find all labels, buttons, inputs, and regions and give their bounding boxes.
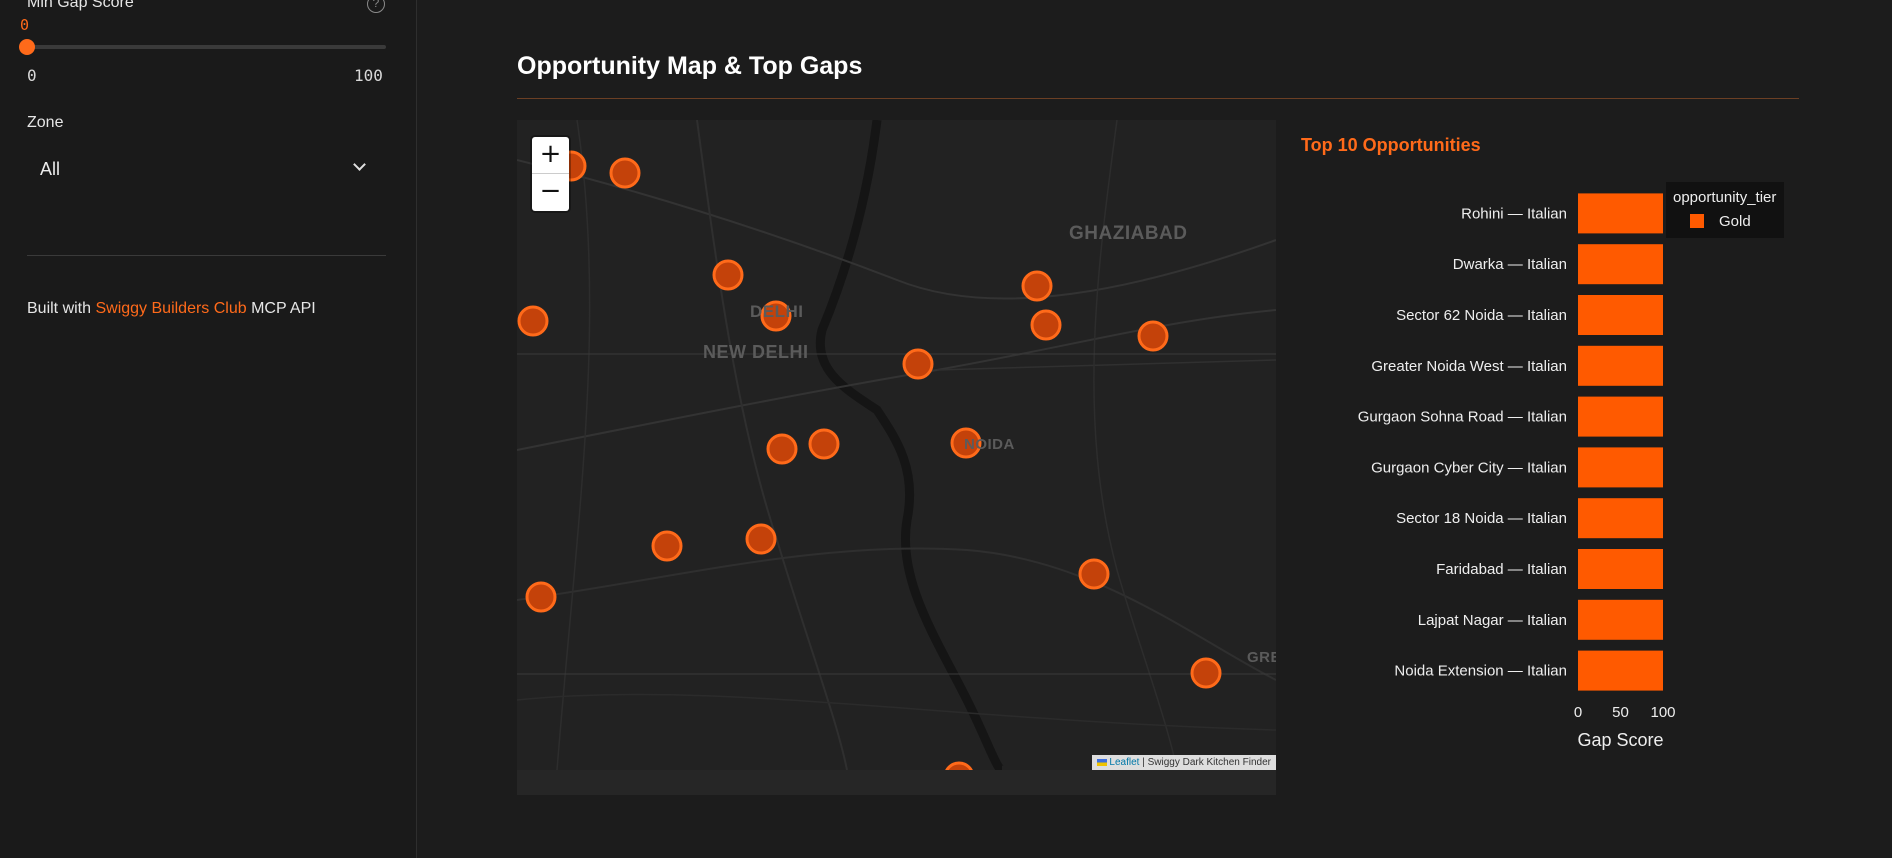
footer-suffix: MCP API xyxy=(246,300,316,317)
map-label-noida: NOIDA xyxy=(964,436,1015,453)
legend-swatch xyxy=(1690,214,1704,228)
map-label-delhi: DELHI xyxy=(750,302,804,321)
opportunity-marker[interactable] xyxy=(808,428,840,460)
category-label: Noida Extension — Italian xyxy=(1394,663,1567,680)
category-label: Dwarka — Italian xyxy=(1453,256,1567,273)
map-label-greater-noida: GRE xyxy=(1247,649,1276,666)
map-attribution: Leaflet | Swiggy Dark Kitchen Finder xyxy=(1092,755,1276,770)
opportunity-marker[interactable] xyxy=(609,157,641,189)
slider-max-label: 100 xyxy=(354,66,383,85)
map-footer-strip xyxy=(517,770,1276,795)
map-label-ghaziabad: GHAZIABAD xyxy=(1069,223,1188,244)
attribution-text: | Swiggy Dark Kitchen Finder xyxy=(1139,757,1271,768)
legend-title: opportunity_tier xyxy=(1673,189,1776,206)
opportunity-marker[interactable] xyxy=(945,761,973,770)
opportunity-marker[interactable] xyxy=(902,348,934,380)
opportunity-marker[interactable] xyxy=(712,259,744,291)
opportunity-marker[interactable] xyxy=(651,530,683,562)
x-axis-label: Gap Score xyxy=(1577,730,1663,750)
page-title: Opportunity Map & Top Gaps xyxy=(517,52,863,80)
bar-4 xyxy=(1578,345,1663,386)
min-gap-score-slider-thumb[interactable] xyxy=(19,39,35,55)
category-label: Faridabad — Italian xyxy=(1436,561,1567,578)
slider-min-label: 0 xyxy=(27,66,37,85)
footer-credit: Built with Swiggy Builders Club MCP API xyxy=(27,300,316,318)
title-divider xyxy=(517,98,1799,99)
bar-8 xyxy=(1578,549,1663,589)
bar-1 xyxy=(1578,193,1663,234)
bar-6 xyxy=(1578,447,1663,488)
bar-3 xyxy=(1578,295,1663,335)
ukraine-flag-icon xyxy=(1097,758,1108,766)
opportunity-marker[interactable] xyxy=(766,433,798,465)
leaflet-link[interactable]: Leaflet xyxy=(1109,757,1139,768)
sidebar-divider xyxy=(27,255,386,256)
opportunity-marker[interactable] xyxy=(525,581,557,613)
category-label: Greater Noida West — Italian xyxy=(1371,358,1567,375)
min-gap-score-label: Min Gap Score xyxy=(27,0,134,11)
opportunity-map[interactable]: GHAZIABAD DELHI NEW DELHI NOIDA GRE + − … xyxy=(517,120,1276,770)
opportunity-marker[interactable] xyxy=(517,305,549,337)
chart-title: Top 10 Opportunities xyxy=(1301,135,1481,155)
swiggy-builders-club-link[interactable]: Swiggy Builders Club xyxy=(95,300,246,317)
x-tick-label: 0 xyxy=(1574,704,1582,721)
help-icon[interactable]: ? xyxy=(367,0,385,13)
bar-10 xyxy=(1578,650,1663,691)
zone-label: Zone xyxy=(27,114,64,131)
opportunity-marker[interactable] xyxy=(745,523,777,555)
opportunity-marker[interactable] xyxy=(1078,558,1110,590)
opportunity-marker[interactable] xyxy=(1021,270,1053,302)
category-label: Sector 62 Noida — Italian xyxy=(1396,307,1567,324)
footer-prefix: Built with xyxy=(27,300,96,317)
x-tick-label: 50 xyxy=(1612,704,1629,721)
zone-select-value: All xyxy=(40,159,61,179)
opportunity-marker[interactable] xyxy=(1190,657,1222,689)
map-road xyxy=(556,120,591,770)
opportunity-marker[interactable] xyxy=(1030,309,1062,341)
top-opportunities-chart: Top 10 Opportunities Rohini — Italian Dwar… xyxy=(1290,120,1810,770)
chevron-down-icon xyxy=(353,158,366,171)
zoom-in-button[interactable]: + xyxy=(532,137,569,174)
bar-2 xyxy=(1578,244,1663,285)
category-label: Lajpat Nagar — Italian xyxy=(1418,612,1567,629)
bar-5 xyxy=(1578,396,1663,437)
category-label: Sector 18 Noida — Italian xyxy=(1396,510,1567,527)
map-road xyxy=(517,547,1276,681)
map-tiles xyxy=(517,120,1276,770)
category-label: Rohini — Italian xyxy=(1461,205,1567,222)
slider-current-value: 0 xyxy=(20,16,30,34)
opportunity-marker[interactable] xyxy=(1137,320,1169,352)
legend-entry: Gold xyxy=(1719,213,1751,230)
zoom-out-button[interactable]: − xyxy=(532,174,569,211)
sidebar: Min Gap Score ? 0 0 100 Zone All Built w… xyxy=(0,0,417,858)
zoom-control: + − xyxy=(532,137,569,211)
bar-9 xyxy=(1578,599,1663,640)
map-road xyxy=(1093,120,1178,770)
category-label: Gurgaon Sohna Road — Italian xyxy=(1358,409,1567,426)
category-label: Gurgaon Cyber City — Italian xyxy=(1371,459,1567,476)
x-tick-label: 100 xyxy=(1650,704,1675,721)
min-gap-score-slider-track[interactable] xyxy=(27,45,386,49)
zone-select[interactable]: All xyxy=(27,148,386,190)
map-label-new-delhi: NEW DELHI xyxy=(703,342,809,362)
bar-chart-svg: Top 10 Opportunities Rohini — Italian Dwar… xyxy=(1301,135,1784,750)
bar-7 xyxy=(1578,498,1663,539)
